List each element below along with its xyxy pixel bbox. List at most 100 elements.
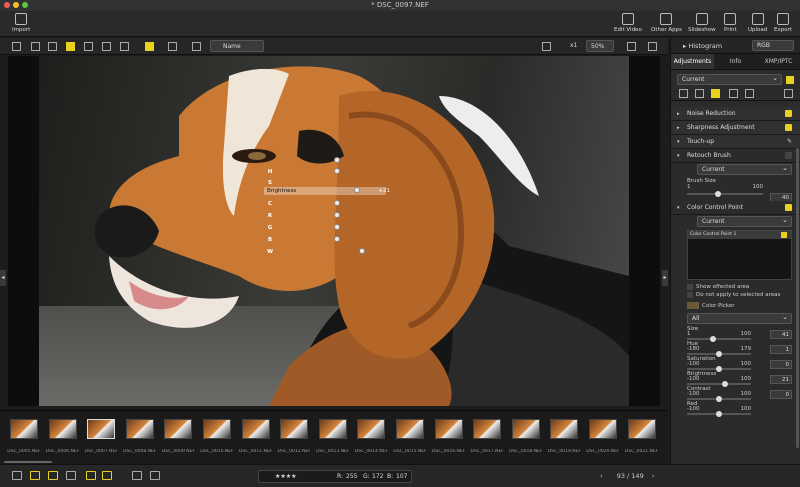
filmstrip-thumbnail[interactable]	[627, 419, 656, 439]
cp-dot[interactable]	[359, 248, 365, 254]
ccp-list-item[interactable]: Color Control Point 1	[688, 231, 791, 239]
prev-icon[interactable]: ‹	[600, 472, 603, 480]
cp-letter-h[interactable]: H	[264, 168, 276, 177]
filmstrip-thumbnail[interactable]	[203, 419, 231, 439]
histogram-icon[interactable]	[102, 471, 112, 480]
edit-video-button[interactable]: Edit Video	[614, 13, 642, 33]
filmstrip-icon[interactable]	[48, 471, 58, 480]
filmstrip-thumbnail[interactable]	[280, 419, 309, 439]
section-sharpness[interactable]: ▸ Sharpness Adjustment	[671, 121, 800, 135]
tab-adjustments[interactable]: Adjustments	[671, 54, 714, 69]
cp-dot[interactable]	[334, 168, 340, 174]
star-rating[interactable]: ★★★★	[275, 471, 297, 483]
print-button[interactable]: Print	[724, 13, 737, 33]
filmstrip-thumbnail[interactable]	[473, 419, 502, 439]
import-button[interactable]: Import	[12, 13, 30, 33]
zoom-out-icon[interactable]	[627, 42, 636, 51]
checkbox[interactable]	[781, 232, 787, 238]
photo-dog[interactable]: H S Brightness +21 C R G B W	[39, 56, 629, 406]
ccp-preset-select[interactable]: Current	[697, 215, 792, 227]
filter-icon[interactable]	[192, 42, 201, 51]
settings-icon[interactable]	[784, 89, 793, 98]
section-ccp[interactable]: ▾ Color Control Point	[671, 201, 800, 215]
zoom-select[interactable]: 50%	[586, 40, 614, 52]
checkbox[interactable]	[785, 124, 792, 131]
slider-track[interactable]	[687, 351, 751, 357]
sort-select[interactable]: Name	[210, 40, 264, 52]
filmstrip-thumbnail[interactable]	[241, 419, 270, 439]
zoom-x1[interactable]: x1	[570, 42, 577, 49]
filmstrip-thumbnail[interactable]	[48, 419, 77, 439]
left-panel-toggle[interactable]: ◂	[0, 270, 6, 286]
filmstrip-thumbnail[interactable]	[10, 419, 38, 439]
cp-dot[interactable]	[354, 187, 360, 193]
cp-letter-w[interactable]: W	[264, 248, 276, 257]
color-control-point[interactable]: H S Brightness +21 C R G B W	[264, 156, 390, 326]
slider-value[interactable]: 0	[770, 360, 792, 369]
checkbox[interactable]	[785, 110, 792, 117]
checkbox[interactable]	[687, 284, 693, 290]
filmstrip-thumbnail[interactable]	[164, 419, 193, 439]
tab-info[interactable]: Info	[714, 54, 757, 69]
fit-icon[interactable]	[542, 42, 551, 51]
label-filter-icon[interactable]	[145, 42, 154, 51]
other-apps-button[interactable]: Other Apps	[651, 13, 682, 33]
channel-select[interactable]: All	[687, 312, 792, 324]
filmstrip-thumbnail[interactable]	[396, 419, 424, 439]
grid-icon[interactable]	[66, 471, 76, 480]
filmstrip-scrollbar[interactable]	[4, 461, 52, 463]
retouch-tool-icon[interactable]	[695, 89, 704, 98]
rotate-right-icon[interactable]	[150, 471, 160, 480]
slider-value[interactable]: 1	[770, 345, 792, 354]
histogram-header[interactable]: ▸ Histogram RGB	[671, 38, 800, 54]
viewer-icon[interactable]	[66, 42, 75, 51]
upload-button[interactable]: Upload	[748, 13, 767, 33]
window-controls[interactable]	[4, 2, 28, 8]
cp-dot[interactable]	[334, 157, 340, 163]
slider-knob[interactable]	[716, 411, 722, 417]
cp-dot[interactable]	[334, 200, 340, 206]
crop-tool-icon[interactable]	[729, 89, 738, 98]
straighten-tool-icon[interactable]	[745, 89, 754, 98]
edit-icon[interactable]: ✎	[787, 135, 792, 149]
slider-value[interactable]: 21	[770, 375, 792, 384]
histogram-view-icon[interactable]	[120, 42, 129, 51]
filmstrip-thumbnail[interactable]	[318, 419, 347, 439]
section-touchup[interactable]: ▾ Touch-up ✎	[671, 135, 800, 149]
histogram-channel-select[interactable]: RGB	[752, 40, 794, 51]
cp-brightness-slider[interactable]: Brightness +21	[264, 187, 390, 195]
cp-dot[interactable]	[334, 236, 340, 242]
filmstrip-thumbnail[interactable]	[511, 419, 540, 439]
cp-dot[interactable]	[334, 224, 340, 230]
cp-letter-c[interactable]: C	[264, 200, 276, 209]
cp-letter-b[interactable]: B	[264, 236, 276, 245]
filmstrip-thumbnail[interactable]	[87, 419, 116, 439]
focus-point-icon[interactable]	[168, 42, 177, 51]
checkbox[interactable]	[785, 152, 792, 159]
compare-icon[interactable]	[84, 42, 93, 51]
slideshow-button[interactable]: Slideshow	[688, 13, 716, 33]
cp-dot[interactable]	[334, 212, 340, 218]
retouch-preset-select[interactable]: Current	[697, 163, 792, 175]
color-swatch[interactable]	[687, 302, 699, 309]
tab-xmp[interactable]: XMP/IPTC	[757, 54, 800, 69]
cp-letter-g[interactable]: G	[264, 224, 276, 233]
rotate-icon[interactable]	[12, 471, 22, 480]
filmstrip-thumbnail[interactable]	[434, 419, 463, 439]
stack-icon[interactable]	[30, 471, 40, 480]
panel-scrollbar[interactable]	[796, 148, 799, 448]
slider-value[interactable]: 0	[770, 390, 792, 399]
filmstrip-thumbnail[interactable]	[589, 419, 617, 439]
slider-track[interactable]	[687, 381, 751, 387]
filmstrip-thumbnail[interactable]	[357, 419, 386, 439]
slider-track[interactable]	[687, 366, 751, 372]
list-view-icon[interactable]	[31, 42, 40, 51]
cp-letter-r[interactable]: R	[264, 212, 276, 221]
brush-size-slider[interactable]	[687, 191, 763, 197]
preset-toggle-icon[interactable]	[786, 75, 794, 84]
next-icon[interactable]: ›	[652, 472, 655, 480]
slider-track[interactable]	[687, 336, 751, 342]
filmstrip-thumbnail[interactable]	[550, 419, 579, 439]
section-retouch-brush[interactable]: ▾ Retouch Brush	[671, 149, 800, 163]
warning-icon[interactable]	[86, 471, 96, 480]
